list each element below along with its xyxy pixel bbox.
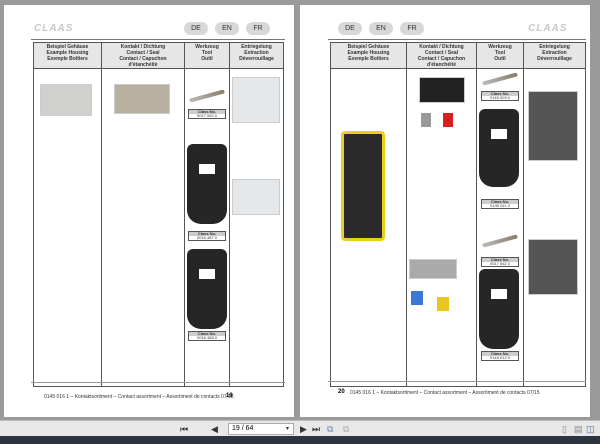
paste-icon[interactable]: ⧉ [343,423,349,435]
seal-yellow-image [437,297,449,311]
crimp-tool-image [479,269,519,349]
taskbar [0,436,600,444]
col-tool: Werkzeug Tool Outil [476,42,524,69]
two-page-view-icon[interactable]: ◫ [586,423,595,435]
class-no-1: Class No. 0145 003 0 [481,91,519,101]
class-no-2: Class No. 0145 011 0 [481,199,519,209]
class-no-3: Class No. 0016 488 0 [188,331,226,341]
next-page-icon[interactable]: ▶ [300,423,307,435]
contact-table: Beispiel Gehäuse Example Housing Exemple… [33,42,284,387]
continuous-view-icon[interactable]: ▤ [574,423,583,435]
lang-de[interactable]: DE [184,22,208,35]
extraction-image [232,179,280,215]
col-extraction: Entriegelung Extraction Déverrouillage [229,42,284,69]
page-dropdown-icon[interactable]: ▾ [286,423,289,435]
class-no-1: Class No. 0017 062 0 [188,109,226,119]
contact-image [419,77,465,103]
col-tool: Werkzeug Tool Outil [184,42,230,69]
col-contact: Kontakt / Dichtung Contact / Seal Contac… [406,42,477,69]
lang-en[interactable]: EN [215,22,239,35]
claas-logo: CLAAS [528,23,568,34]
lang-fr[interactable]: FR [400,22,424,35]
prev-page-icon[interactable]: ◀ [211,423,218,435]
housing-image [40,84,92,116]
page-19: CLAAS DE EN FR Beispiel Gehäuse Example … [4,5,294,417]
seal-blue-image [411,291,423,305]
col-contact: Kontakt / Dichtung Contact / Seal Contac… [101,42,185,69]
crimp-tool-image [479,109,519,187]
page-20: DE EN FR CLAAS Beispiel Gehäuse Example … [300,5,590,417]
crimp-tool-image [187,249,227,329]
class-no-3: Class No. 0017 062 0 [481,257,519,267]
footer-text: 0145 016 1 – Kontaktsortiment – Contact … [350,390,540,396]
lang-de[interactable]: DE [338,22,362,35]
contact-table: Beispiel Gehäuse Example Housing Exemple… [330,42,586,387]
extraction-image [528,91,578,161]
col-extraction: Entriegelung Extraction Déverrouillage [523,42,586,69]
page-number: 19 [226,393,233,399]
single-page-view-icon[interactable]: ▯ [562,423,567,435]
col-housing: Beispiel Gehäuse Example Housing Exemple… [330,42,407,69]
pin-tool-image [482,234,518,248]
extraction-image [528,239,578,295]
page-input[interactable]: 19 / 64 [228,423,294,435]
lang-fr[interactable]: FR [246,22,270,35]
pdf-toolbar: ⏮ ◀ 19 / 64 ▾ ▶ ⏭ ⧉ ⧉ ▯ ▤ ◫ [0,420,600,436]
lang-en[interactable]: EN [369,22,393,35]
first-page-icon[interactable]: ⏮ [180,423,188,435]
contact-image [114,84,170,114]
footer-text: 0145 016 1 – Kontaktsortiment – Contact … [44,394,234,400]
contact-image [409,259,457,279]
copy-icon[interactable]: ⧉ [327,423,333,435]
seal-gray-image [421,113,431,127]
col-housing: Beispiel Gehäuse Example Housing Exemple… [33,42,102,69]
class-no-4: Class No. 0145 012 0 [481,351,519,361]
extraction-image [232,77,280,123]
claas-logo: CLAAS [34,23,74,34]
pin-tool-image [482,72,518,86]
last-page-icon[interactable]: ⏭ [312,423,320,435]
housing-image [341,131,385,241]
pin-tool-image [189,89,225,103]
seal-red-image [443,113,453,127]
crimp-tool-image [187,144,227,224]
page-number: 20 [338,389,345,395]
class-no-2: Class No. 0016 487 0 [188,231,226,241]
